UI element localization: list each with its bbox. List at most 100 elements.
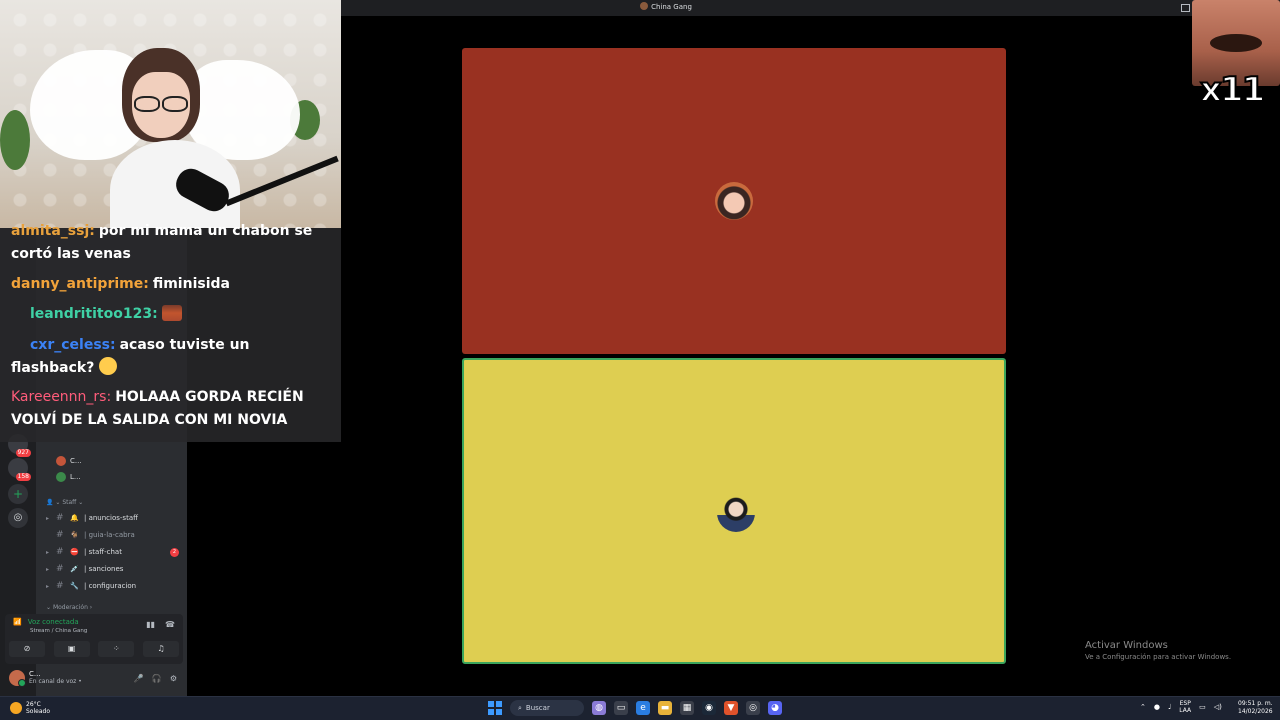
channel-anuncios-staff[interactable]: ▸ # 🔔 | anuncios-staff xyxy=(36,510,187,526)
user-name: C... xyxy=(29,670,41,678)
user-panel: C... En canal de voz • 🎤 🎧 ⚙ xyxy=(5,666,183,690)
channel-staff-chat[interactable]: ▸ # ⛔ | staff-chat 2 xyxy=(36,544,187,560)
screen-share-button[interactable]: ▣ xyxy=(53,641,90,657)
add-server-icon[interactable]: + xyxy=(8,484,28,504)
activities-button[interactable]: ⁘ xyxy=(98,641,135,657)
widgets-icon[interactable]: ◍ xyxy=(592,701,606,715)
channel-name: | anuncios-staff xyxy=(84,514,138,522)
emote-combo-overlay: x11 xyxy=(1192,0,1280,112)
disconnect-icon[interactable]: ☎ xyxy=(165,620,175,629)
participant-tile[interactable] xyxy=(462,48,1006,354)
chevron-right-icon: ▸ xyxy=(46,514,50,522)
mention-badge: 2 xyxy=(170,547,179,557)
explore-icon[interactable]: ◎ xyxy=(8,508,28,528)
category-moderacion[interactable]: ⌄ Moderación › xyxy=(46,604,92,611)
camera-off-button[interactable]: ⊘ xyxy=(9,641,45,657)
voice-controls: ▮▮ ☎ xyxy=(146,620,175,629)
brave-icon[interactable]: ▼ xyxy=(724,701,738,715)
category-label: Moderación xyxy=(52,604,88,611)
server-icon[interactable]: 158 xyxy=(8,458,31,481)
webcam-plant xyxy=(0,110,30,170)
windows-start-icon[interactable] xyxy=(488,701,502,715)
edge-icon[interactable]: e xyxy=(636,701,650,715)
store-icon[interactable]: ▦ xyxy=(680,701,694,715)
folder-icon[interactable]: ▬ xyxy=(658,701,672,715)
webcam-glasses xyxy=(128,96,188,114)
chat-message: leandrititoo123: xyxy=(30,303,355,326)
hash-icon: # xyxy=(56,564,64,574)
server-icon xyxy=(640,2,649,10)
chat-username: cxr_celess: xyxy=(30,337,116,353)
avatar xyxy=(717,494,755,532)
lang-2: LAA xyxy=(1179,707,1192,714)
smile-emoji-icon xyxy=(99,357,118,375)
hash-icon: # xyxy=(56,547,64,557)
emote-count: x11 xyxy=(1199,69,1266,111)
windows-taskbar: 26°C Soleado ⌕ Buscar ◍ ▭ e ▬ ▦ ◉ ▼ ◎ ◕ ⌃ … xyxy=(0,696,1280,720)
search-box[interactable]: ⌕ Buscar xyxy=(510,700,584,716)
chevron-right-icon: ▸ xyxy=(46,548,50,556)
voice-user-name: L... xyxy=(70,473,81,481)
user-controls: 🎤 🎧 ⚙ xyxy=(134,674,177,683)
channel-configuracion[interactable]: ▸ # 🔧 | configuracion xyxy=(36,578,187,594)
user-status: En canal de voz • xyxy=(29,678,82,685)
stream-title-bar: China Gang xyxy=(341,0,1280,16)
chevron-right-icon: ▸ xyxy=(46,565,50,573)
voice-status: 📶 Voz conectada xyxy=(13,618,79,626)
chat-username: danny_antiprime: xyxy=(11,276,149,292)
gear-icon[interactable]: ⚙ xyxy=(170,674,177,683)
noise-suppression-icon[interactable]: ▮▮ xyxy=(146,620,155,629)
voice-user[interactable]: L... xyxy=(56,472,81,482)
avatar xyxy=(56,472,66,482)
chat-username: leandrititoo123: xyxy=(30,306,158,322)
channel-guia-la-cabra[interactable]: # 🐐 | guia-la-cabra xyxy=(36,527,187,543)
steam-icon[interactable]: ◉ xyxy=(702,701,716,715)
channel-emoji: ⛔ xyxy=(70,548,79,556)
activation-subtitle: Ve a Configuración para activar Windows. xyxy=(1085,653,1232,661)
task-view-icon[interactable]: ▭ xyxy=(614,701,628,715)
app-tray-icon[interactable]: ● xyxy=(1154,703,1160,711)
stream-title: China Gang xyxy=(341,2,991,11)
chat-username: almita_ssj: xyxy=(11,223,95,239)
popout-icon[interactable] xyxy=(1181,4,1190,12)
user-meta[interactable]: C... En canal de voz • xyxy=(29,670,82,686)
webcam-feed xyxy=(0,0,341,228)
microphone-icon[interactable]: 🎤 xyxy=(134,674,144,683)
chat-message: Kareeennn_rs: HOLAAA GORDA RECIÉN VOLVÍ D… xyxy=(11,386,336,432)
voice-channel-path[interactable]: Stream / China Gang xyxy=(30,628,87,634)
clock[interactable]: 09:51 p. m. 14/02/2026 xyxy=(1238,700,1273,716)
discord-icon[interactable]: ◕ xyxy=(768,701,782,715)
weather-desc: Soleado xyxy=(26,708,50,715)
volume-icon[interactable]: ◁) xyxy=(1214,703,1222,711)
headphones-icon[interactable]: 🎧 xyxy=(152,674,162,683)
taskbar-apps: ⌕ Buscar ◍ ▭ e ▬ ▦ ◉ ▼ ◎ ◕ xyxy=(488,700,782,716)
signal-icon: 📶 xyxy=(13,618,22,626)
chat-message: danny_antiprime: fiminisida xyxy=(11,273,336,296)
lang-1: ESP xyxy=(1179,700,1191,707)
network-icon[interactable]: ▭ xyxy=(1199,703,1206,711)
soundboard-button[interactable]: ♫ xyxy=(142,641,179,657)
participant-tile-speaking[interactable] xyxy=(462,358,1006,664)
weather-widget[interactable]: 26°C Soleado xyxy=(10,701,50,715)
activation-watermark: Activar Windows Ve a Configuración para … xyxy=(1085,640,1231,661)
system-tray: ⌃ ● ♩ ESP LAA ▭ ◁) xyxy=(1140,700,1222,714)
category-staff[interactable]: 👤 ⌄ Staff ⌄ xyxy=(46,499,83,506)
voice-action-buttons: ⊘ ▣ ⁘ ♫ xyxy=(9,641,179,657)
microphone-icon[interactable]: ♩ xyxy=(1168,703,1171,711)
search-icon: ⌕ xyxy=(518,703,522,712)
weather-temp: 26°C xyxy=(26,701,41,708)
clock-time: 09:51 p. m. xyxy=(1238,700,1273,707)
avatar[interactable] xyxy=(9,670,26,687)
hash-icon: # xyxy=(56,513,64,523)
chevron-right-icon: ▸ xyxy=(46,582,50,590)
voice-user-name: C... xyxy=(70,457,82,465)
avatar xyxy=(56,456,66,466)
voice-user[interactable]: C... xyxy=(56,456,82,466)
obs-icon[interactable]: ◎ xyxy=(746,701,760,715)
language-indicator[interactable]: ESP LAA xyxy=(1179,700,1191,714)
stream-title-label: China Gang xyxy=(651,3,692,11)
voice-connection-panel: 📶 Voz conectada Stream / China Gang ▮▮ ☎ … xyxy=(5,614,183,664)
channel-sanciones[interactable]: ▸ # 💉 | sanciones xyxy=(36,561,187,577)
chevron-up-icon[interactable]: ⌃ xyxy=(1140,703,1146,711)
channel-name: | staff-chat xyxy=(84,548,122,556)
